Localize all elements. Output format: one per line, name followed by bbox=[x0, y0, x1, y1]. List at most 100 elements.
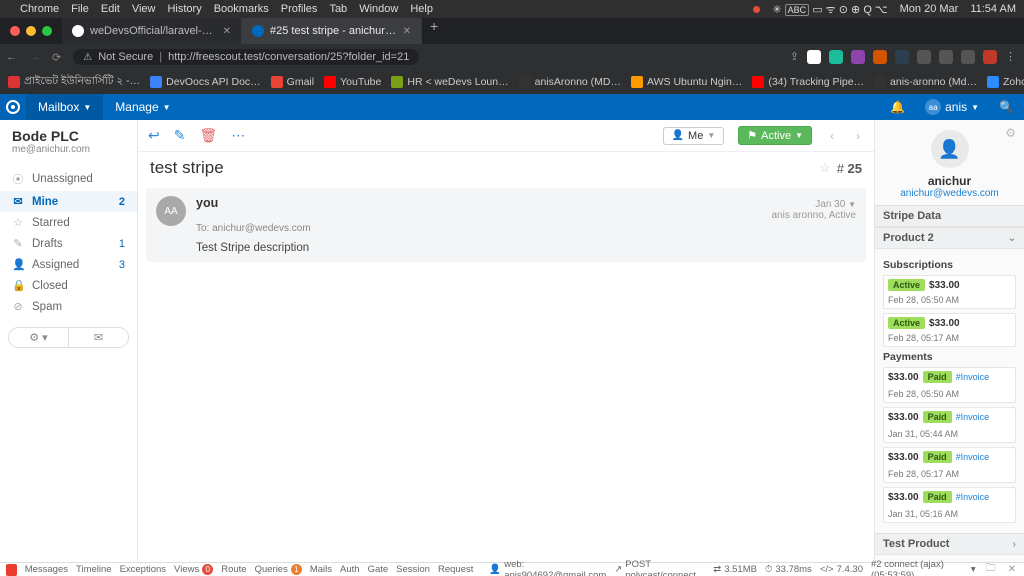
more-icon[interactable]: ⋯ bbox=[231, 127, 245, 144]
overflow-icon[interactable]: ⋮ bbox=[1005, 50, 1016, 64]
window-zoom-icon[interactable] bbox=[42, 26, 52, 36]
ext-icon[interactable] bbox=[829, 50, 843, 64]
bookmark[interactable]: Gmail bbox=[271, 76, 314, 88]
note-icon[interactable]: ✎ bbox=[174, 127, 186, 144]
bookmark[interactable]: (34) Tracking Pipe… bbox=[752, 76, 864, 88]
dbg-mails[interactable]: Mails bbox=[310, 564, 332, 575]
sidebar-item-unassigned[interactable]: ⦿Unassigned bbox=[0, 167, 137, 191]
sidebar-item-closed[interactable]: 🔒Closed bbox=[0, 275, 137, 296]
reload-button[interactable]: ⟳ bbox=[46, 51, 67, 64]
settings-icon[interactable]: ⚙ ▾ bbox=[9, 328, 69, 347]
search-icon[interactable]: 🔍 bbox=[989, 100, 1024, 114]
dbg-messages[interactable]: Messages bbox=[25, 564, 68, 575]
mac-menu-help[interactable]: Help bbox=[410, 3, 433, 15]
dbg-web[interactable]: 👤 web: anis904692@gmail.com bbox=[489, 559, 606, 576]
dbg-connection[interactable]: #2 connect (ajax) (05:53:59) ▾ bbox=[871, 559, 976, 576]
ext-icon[interactable] bbox=[851, 50, 865, 64]
invoice-link[interactable]: #Invoice bbox=[956, 492, 990, 502]
mac-menu-window[interactable]: Window bbox=[359, 3, 398, 15]
bookmark[interactable]: Zoho Mail (contac… bbox=[987, 76, 1024, 88]
mac-menu-history[interactable]: History bbox=[167, 3, 201, 15]
sidebar-item-mine[interactable]: ✉Mine2 bbox=[0, 191, 137, 212]
debugbar-icon[interactable] bbox=[6, 564, 17, 576]
dbg-route[interactable]: Route bbox=[221, 564, 246, 575]
ext-icon[interactable] bbox=[961, 50, 975, 64]
forward-button[interactable]: → bbox=[23, 51, 46, 63]
dbg-timeline[interactable]: Timeline bbox=[76, 564, 112, 575]
invoice-link[interactable]: #Invoice bbox=[956, 412, 990, 422]
invoice-link[interactable]: #Invoice bbox=[956, 452, 990, 462]
user-menu[interactable]: aaanis▼ bbox=[915, 99, 989, 115]
address-bar[interactable]: ⚠ Not Secure | http://freescout.test/con… bbox=[73, 49, 419, 65]
product-expand[interactable]: Product 2⌄ bbox=[875, 227, 1024, 249]
window-controls[interactable] bbox=[0, 26, 62, 36]
ext-icon[interactable] bbox=[807, 50, 821, 64]
window-close-icon[interactable] bbox=[10, 26, 20, 36]
dbg-gate[interactable]: Gate bbox=[368, 564, 389, 575]
manage-dropdown[interactable]: Manage▼ bbox=[103, 94, 182, 120]
back-button[interactable]: ← bbox=[0, 51, 23, 63]
mailbox-dropdown[interactable]: Mailbox▼ bbox=[26, 94, 103, 120]
mac-menu-bookmarks[interactable]: Bookmarks bbox=[214, 3, 269, 15]
gear-icon[interactable]: ⚙ bbox=[1005, 126, 1016, 140]
browser-tab[interactable]: weDevsOfficial/laravel-cashier… ✕ bbox=[62, 18, 242, 44]
person-icon: 👤 bbox=[672, 130, 684, 141]
compose-icon[interactable]: ✉ bbox=[69, 328, 128, 347]
sidebar-item-assigned[interactable]: 👤Assigned3 bbox=[0, 254, 137, 275]
dbg-queries[interactable]: Queries 1 bbox=[255, 564, 302, 575]
extension-icons[interactable]: ⇪ ⋮ bbox=[790, 50, 1024, 64]
dbg-request-method[interactable]: ↗ POST polycast/connect bbox=[614, 559, 705, 576]
bookmark[interactable]: প্রাইভেট ইউনিভার্সিটি ২ -… bbox=[8, 74, 140, 91]
ext-icon[interactable] bbox=[939, 50, 953, 64]
dbg-auth[interactable]: Auth bbox=[340, 564, 360, 575]
sidebar-item-drafts[interactable]: ✎Drafts1 bbox=[0, 233, 137, 254]
notifications-icon[interactable]: 🔔 bbox=[880, 100, 915, 114]
share-icon[interactable]: ⇪ bbox=[790, 50, 799, 64]
ext-icon[interactable] bbox=[895, 50, 909, 64]
star-icon[interactable]: ☆ bbox=[819, 160, 831, 176]
browser-tab[interactable]: #25 test stripe - anichur@we… ✕ bbox=[242, 18, 422, 44]
next-conversation-icon[interactable]: › bbox=[852, 129, 864, 143]
invoice-link[interactable]: #Invoice bbox=[956, 372, 990, 382]
bookmark[interactable]: DevOocs API Doc… bbox=[150, 76, 261, 88]
mac-menu-profiles[interactable]: Profiles bbox=[281, 3, 318, 15]
dbg-session[interactable]: Session bbox=[396, 564, 430, 575]
bookmark[interactable]: YouTube bbox=[324, 76, 381, 88]
dbg-exceptions[interactable]: Exceptions bbox=[120, 564, 166, 575]
count-badge: 1 bbox=[119, 238, 125, 250]
tab-close-icon[interactable]: ✕ bbox=[223, 26, 231, 37]
ext-icon[interactable] bbox=[873, 50, 887, 64]
status-dropdown[interactable]: ⚑Active▼ bbox=[738, 126, 812, 145]
tab-close-icon[interactable]: ✕ bbox=[403, 26, 411, 37]
mac-menu-chrome[interactable]: Chrome bbox=[20, 3, 59, 15]
prev-conversation-icon[interactable]: ‹ bbox=[826, 129, 838, 143]
bookmark[interactable]: AWS Ubuntu Ngin… bbox=[631, 76, 742, 88]
assignee-dropdown[interactable]: 👤Me▼ bbox=[663, 127, 725, 145]
mac-menu-edit[interactable]: Edit bbox=[101, 3, 120, 15]
ext-icon[interactable] bbox=[917, 50, 931, 64]
dbg-close-icon[interactable]: ✕ bbox=[1006, 564, 1018, 575]
app-logo[interactable] bbox=[0, 94, 26, 120]
date: Feb 28, 05:17 AM bbox=[888, 333, 959, 343]
dbg-views[interactable]: Views 0 bbox=[174, 564, 213, 575]
conversation-number: # 25 bbox=[837, 161, 862, 176]
mac-menu-tab[interactable]: Tab bbox=[329, 3, 347, 15]
dbg-folder-icon[interactable]: 🗀 bbox=[984, 561, 998, 576]
window-minimize-icon[interactable] bbox=[26, 26, 36, 36]
dbg-request[interactable]: Request bbox=[438, 564, 473, 575]
customer-email[interactable]: anichur@wedevs.com bbox=[883, 188, 1016, 199]
mac-menu-file[interactable]: File bbox=[71, 3, 89, 15]
ext-icon[interactable] bbox=[983, 50, 997, 64]
mac-menu-view[interactable]: View bbox=[132, 3, 156, 15]
reply-icon[interactable]: ↩ bbox=[148, 127, 160, 144]
bookmark[interactable]: anis-aronno (Md… bbox=[874, 76, 977, 88]
chevron-down-icon[interactable]: ▼ bbox=[848, 200, 856, 209]
bookmark[interactable]: anisAronno (MD… bbox=[519, 76, 621, 88]
bookmark[interactable]: HR < weDevs Loun… bbox=[391, 76, 508, 88]
debug-bar[interactable]: Messages Timeline Exceptions Views 0 Rou… bbox=[0, 562, 1024, 576]
delete-icon[interactable]: 🗑 bbox=[199, 127, 217, 144]
sidebar-item-starred[interactable]: ☆Starred bbox=[0, 212, 137, 233]
product-expand[interactable]: Test Product› bbox=[875, 533, 1024, 555]
new-tab-button[interactable]: + bbox=[422, 18, 446, 44]
sidebar-item-spam[interactable]: ⊘Spam bbox=[0, 296, 137, 317]
